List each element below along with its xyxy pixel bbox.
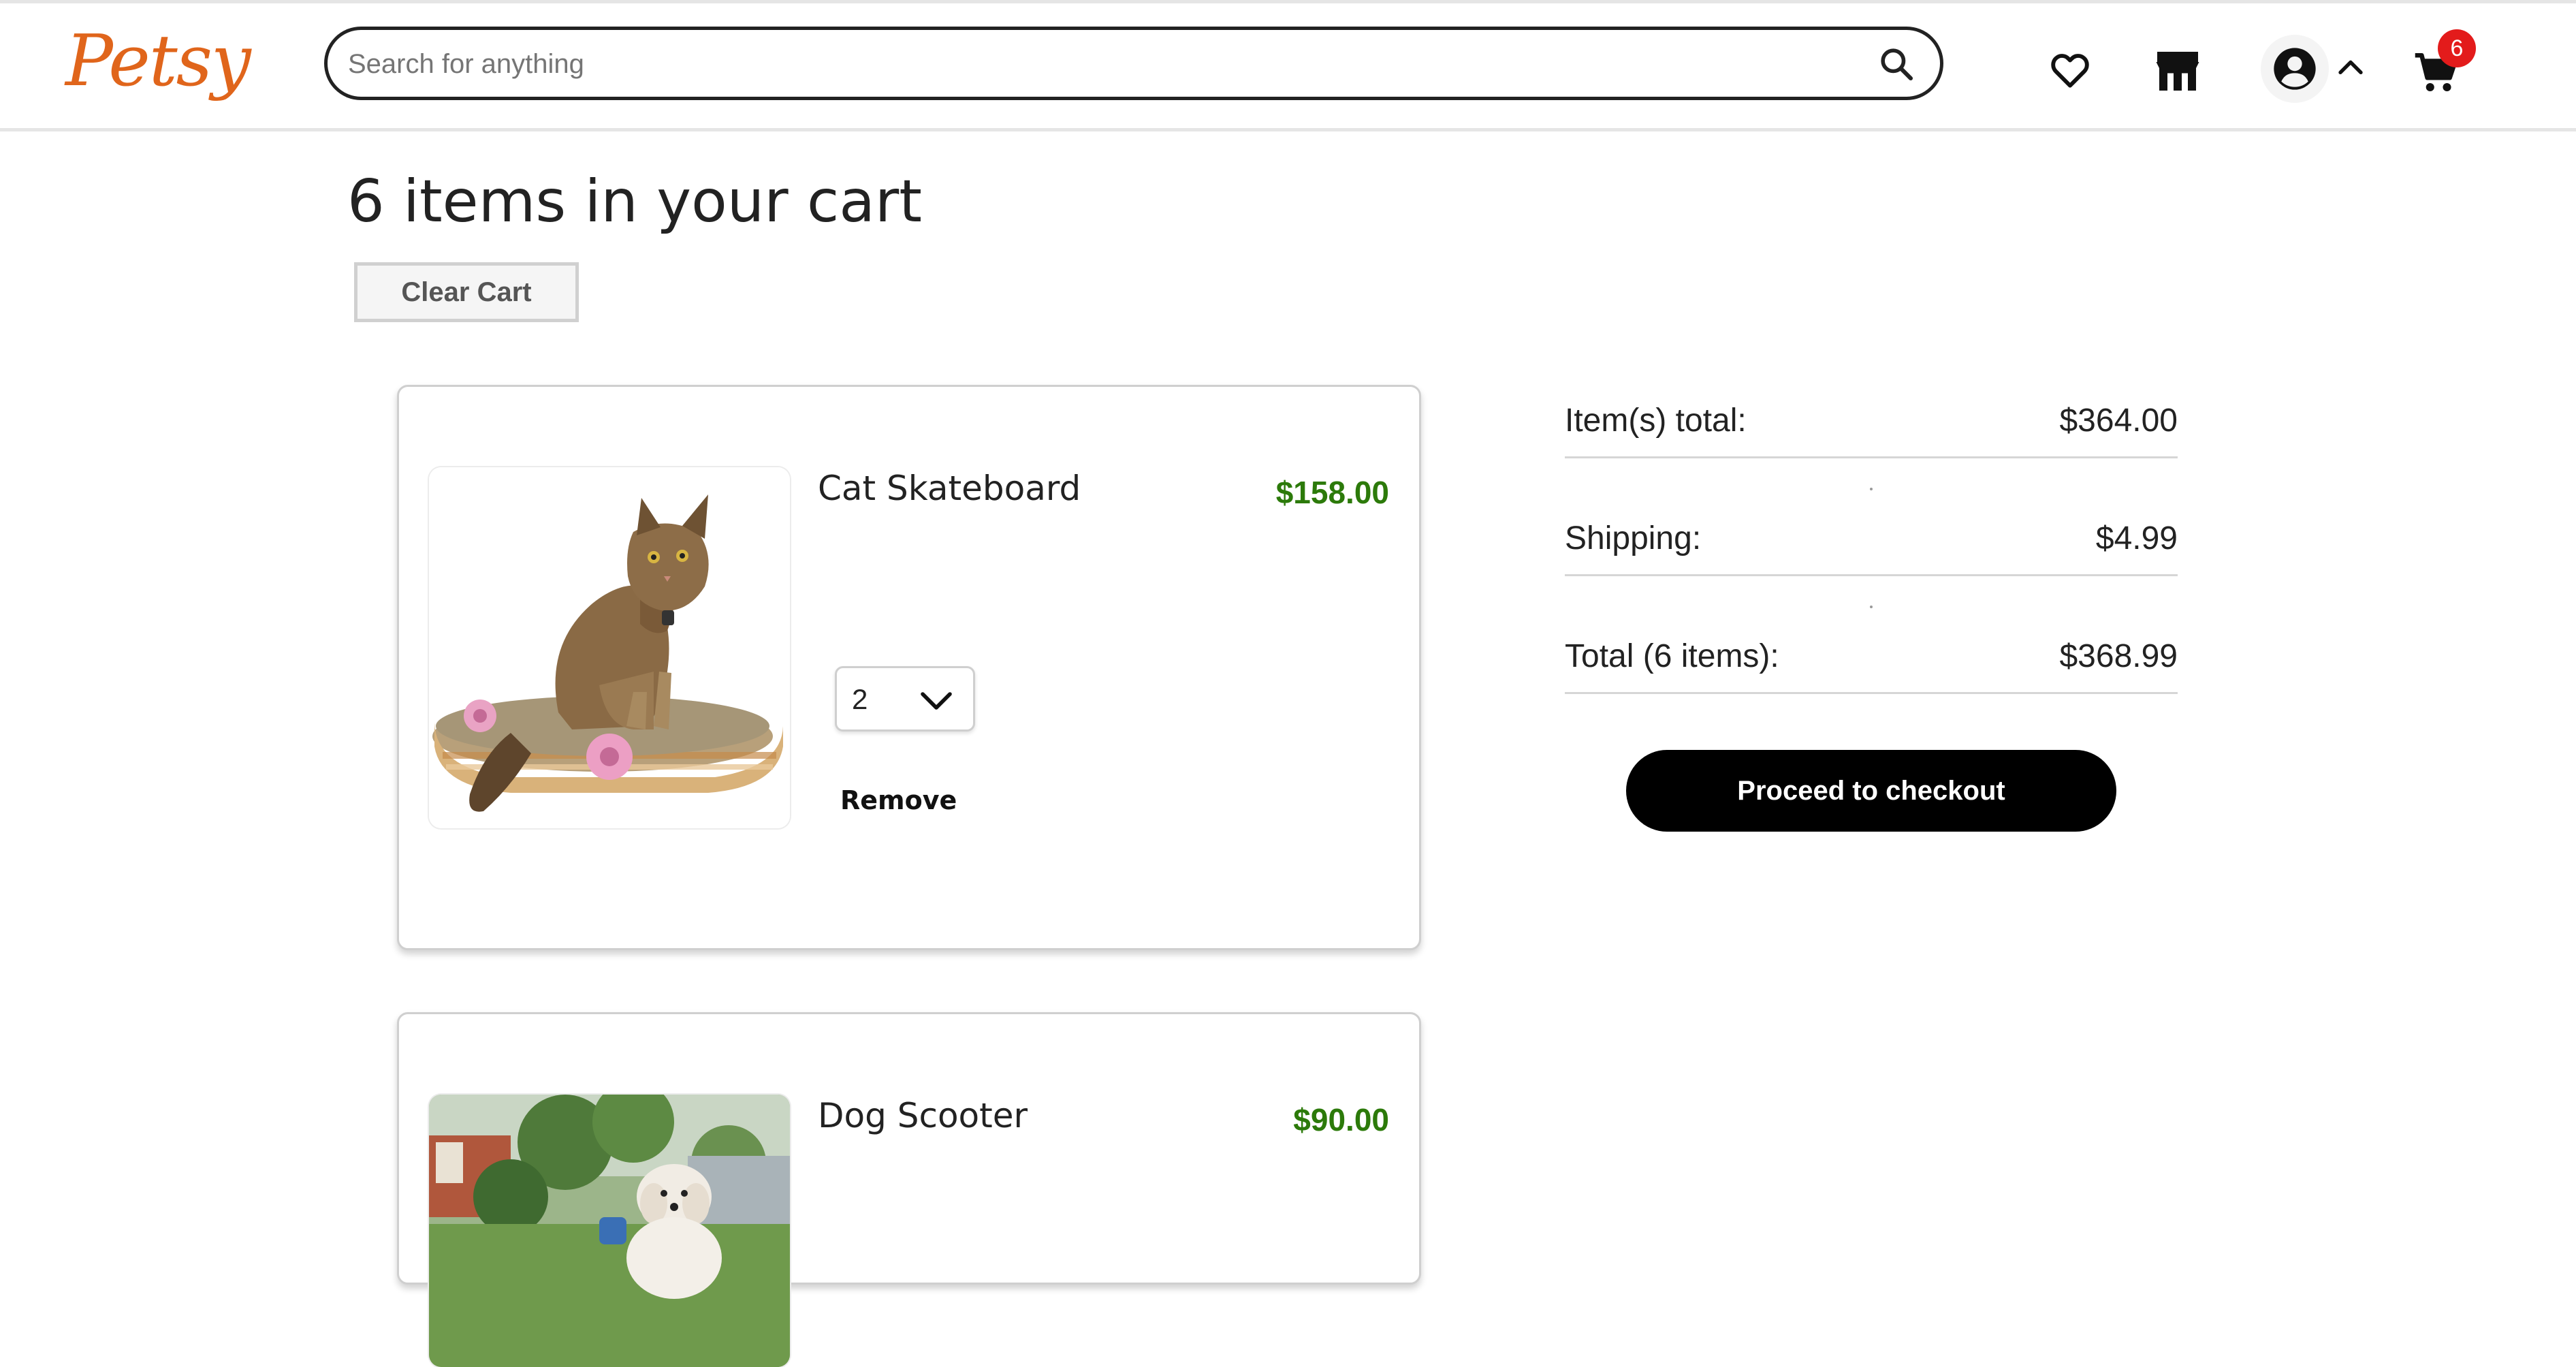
clear-cart-button[interactable]: Clear Cart bbox=[354, 262, 579, 322]
quantity-value: 2 bbox=[852, 683, 868, 715]
product-price: $158.00 bbox=[1275, 475, 1389, 510]
shipping-label: Shipping: bbox=[1565, 520, 1702, 556]
product-image[interactable] bbox=[429, 1095, 790, 1367]
store-icon[interactable] bbox=[2153, 47, 2202, 93]
cart-item-card: Dog Scooter $90.00 bbox=[397, 1012, 1421, 1367]
items-total-value: $364.00 bbox=[2059, 403, 2178, 439]
divider-dot bbox=[1870, 606, 1873, 608]
search-bar[interactable] bbox=[324, 27, 1943, 100]
site-header: Petsy 6 bbox=[0, 3, 2576, 131]
chevron-up-icon[interactable] bbox=[2337, 57, 2364, 77]
cart-count-badge: 6 bbox=[2438, 29, 2476, 67]
total-value: $368.99 bbox=[2059, 638, 2178, 674]
product-price: $90.00 bbox=[1293, 1102, 1389, 1137]
divider-dot bbox=[1870, 488, 1873, 490]
shipping-value: $4.99 bbox=[2095, 520, 2178, 556]
heart-icon[interactable] bbox=[2048, 48, 2092, 92]
chevron-down-icon bbox=[921, 692, 952, 710]
dog-scooter-image bbox=[429, 1095, 790, 1367]
account-menu[interactable] bbox=[2261, 35, 2329, 103]
total-label: Total (6 items): bbox=[1565, 638, 1779, 674]
product-name[interactable]: Cat Skateboard bbox=[818, 469, 1081, 508]
quantity-select[interactable]: 2 bbox=[835, 666, 975, 732]
search-input[interactable] bbox=[347, 30, 1847, 98]
total-row: Total (6 items): $368.99 bbox=[1565, 617, 2178, 694]
petsy-logo[interactable]: Petsy bbox=[65, 25, 251, 96]
page-title: 6 items in your cart bbox=[347, 168, 923, 236]
cart-item-card: Cat Skateboard $158.00 2 Remove bbox=[397, 385, 1421, 950]
items-total-label: Item(s) total: bbox=[1565, 403, 1747, 439]
proceed-to-checkout-button[interactable]: Proceed to checkout bbox=[1626, 750, 2116, 832]
user-icon bbox=[2274, 48, 2316, 90]
shipping-row: Shipping: $4.99 bbox=[1565, 499, 2178, 608]
items-total-row: Item(s) total: $364.00 bbox=[1565, 381, 2178, 490]
product-image[interactable] bbox=[429, 467, 790, 828]
remove-button[interactable]: Remove bbox=[840, 785, 957, 815]
search-icon[interactable] bbox=[1877, 45, 1915, 83]
product-name[interactable]: Dog Scooter bbox=[818, 1096, 1028, 1135]
order-summary: Item(s) total: $364.00 Shipping: $4.99 T… bbox=[1565, 381, 2178, 735]
cat-skateboard-image bbox=[429, 467, 790, 828]
